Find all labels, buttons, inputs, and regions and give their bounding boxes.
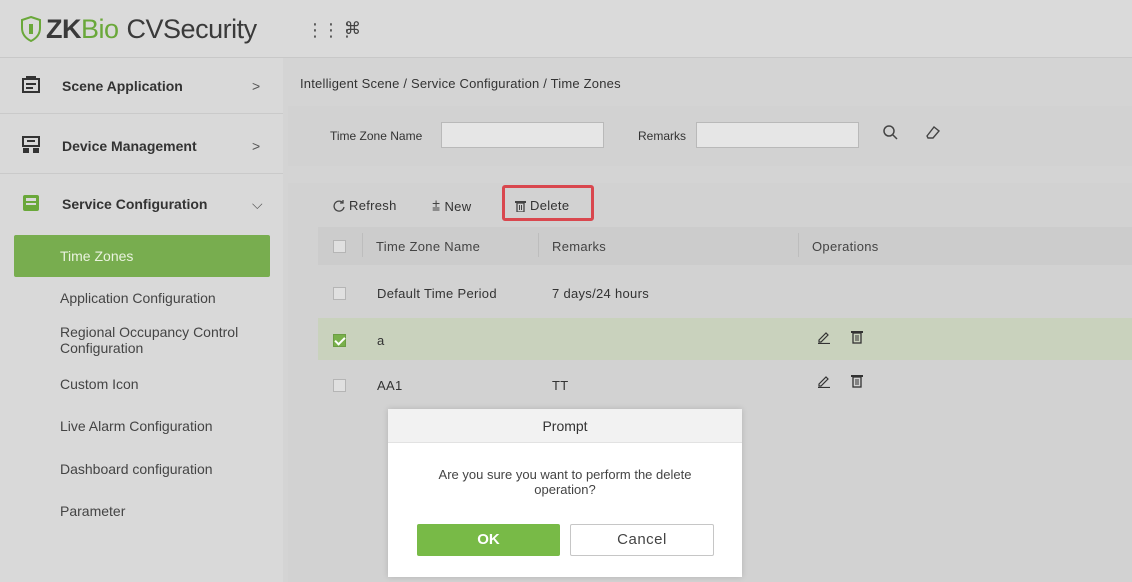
cell-time-zone-name: a (377, 333, 385, 348)
dialog-title: Prompt (388, 409, 742, 443)
new-button[interactable]: ⩲ New (432, 198, 471, 215)
chevron-right-icon: > (252, 77, 261, 94)
table-row[interactable] (318, 318, 1132, 360)
column-divider (798, 233, 799, 257)
new-icon: ⩲ (432, 198, 441, 214)
sidebar-group-scene-application[interactable]: Scene Application > (0, 58, 283, 114)
column-header-time-zone-name[interactable]: Time Zone Name (376, 239, 480, 254)
dialog-message: Are you sure you want to perform the del… (438, 467, 692, 497)
cell-remarks: 7 days/24 hours (552, 286, 650, 301)
prompt-dialog: Prompt Are you sure you want to perform … (388, 409, 742, 577)
sidebar-group-device-management[interactable]: Device Management > (0, 118, 283, 174)
refresh-icon (333, 199, 345, 212)
sidebar-item-application-configuration[interactable]: Application Configuration (60, 290, 216, 306)
sidebar: Scene Application > Device Management > … (0, 58, 283, 582)
sidebar-group-service-configuration[interactable]: Service Configuration ⌵ (0, 176, 283, 232)
trash-icon[interactable] (851, 330, 863, 347)
column-header-operations: Operations (812, 239, 879, 254)
trash-icon[interactable] (851, 374, 863, 391)
column-divider (538, 233, 539, 257)
sidebar-item-parameter[interactable]: Parameter (60, 503, 125, 519)
edit-icon[interactable] (817, 330, 831, 347)
refresh-label: Refresh (349, 198, 397, 213)
search-icon[interactable] (882, 124, 898, 145)
scene-icon (22, 76, 40, 93)
logo-product: CVSecurity (126, 13, 258, 44)
top-bar: ZK Bio CVSecurity ⋮⋮⋮ ⌘ (0, 0, 1132, 58)
table-row[interactable] (318, 362, 1132, 404)
sidebar-item-regional-occupancy-control[interactable]: Regional Occupancy Control Configuration (60, 324, 270, 356)
row-checkbox[interactable] (333, 287, 346, 300)
sidebar-group-label: Scene Application (62, 77, 183, 94)
breadcrumb: Intelligent Scene / Service Configuratio… (300, 76, 621, 91)
chevron-right-icon: > (252, 137, 261, 154)
time-zone-name-label: Time Zone Name (330, 129, 423, 143)
column-divider (362, 233, 363, 257)
logo-zk: ZK (46, 13, 82, 44)
select-all-checkbox[interactable] (333, 240, 346, 253)
cancel-button[interactable]: Cancel (570, 524, 714, 556)
cell-remarks: TT (552, 378, 569, 393)
device-icon (22, 136, 40, 153)
chevron-down-icon: ⌵ (252, 195, 263, 212)
edit-icon[interactable] (817, 374, 831, 391)
column-header-remarks[interactable]: Remarks (552, 239, 606, 254)
new-label: New (444, 199, 472, 214)
sidebar-group-label: Device Management (62, 137, 197, 154)
cell-time-zone-name: AA1 (377, 378, 403, 393)
command-icon[interactable]: ⌘ (344, 19, 361, 39)
sidebar-item-custom-icon[interactable]: Custom Icon (60, 376, 139, 392)
shield-icon (21, 16, 41, 42)
app-logo[interactable]: ZK Bio CVSecurity (20, 14, 257, 44)
sidebar-item-live-alarm-configuration[interactable]: Live Alarm Configuration (60, 418, 213, 434)
service-icon (23, 195, 39, 211)
sidebar-group-label: Service Configuration (62, 196, 208, 212)
delete-highlight-box (502, 185, 594, 221)
row-checkbox[interactable] (333, 379, 346, 392)
sidebar-item-dashboard-configuration[interactable]: Dashboard configuration (60, 461, 213, 477)
ok-button[interactable]: OK (417, 524, 560, 556)
logo-bio: Bio (81, 13, 119, 44)
refresh-button[interactable]: Refresh (333, 198, 397, 213)
time-zone-name-input[interactable] (441, 122, 604, 148)
sidebar-item-label: Time Zones (60, 248, 134, 264)
remarks-input[interactable] (696, 122, 859, 148)
remarks-label: Remarks (638, 129, 687, 143)
row-checkbox[interactable] (333, 334, 346, 347)
cell-time-zone-name: Default Time Period (377, 286, 497, 301)
clear-eraser-icon[interactable] (925, 124, 941, 145)
sidebar-item-time-zones[interactable]: Time Zones (14, 235, 270, 277)
